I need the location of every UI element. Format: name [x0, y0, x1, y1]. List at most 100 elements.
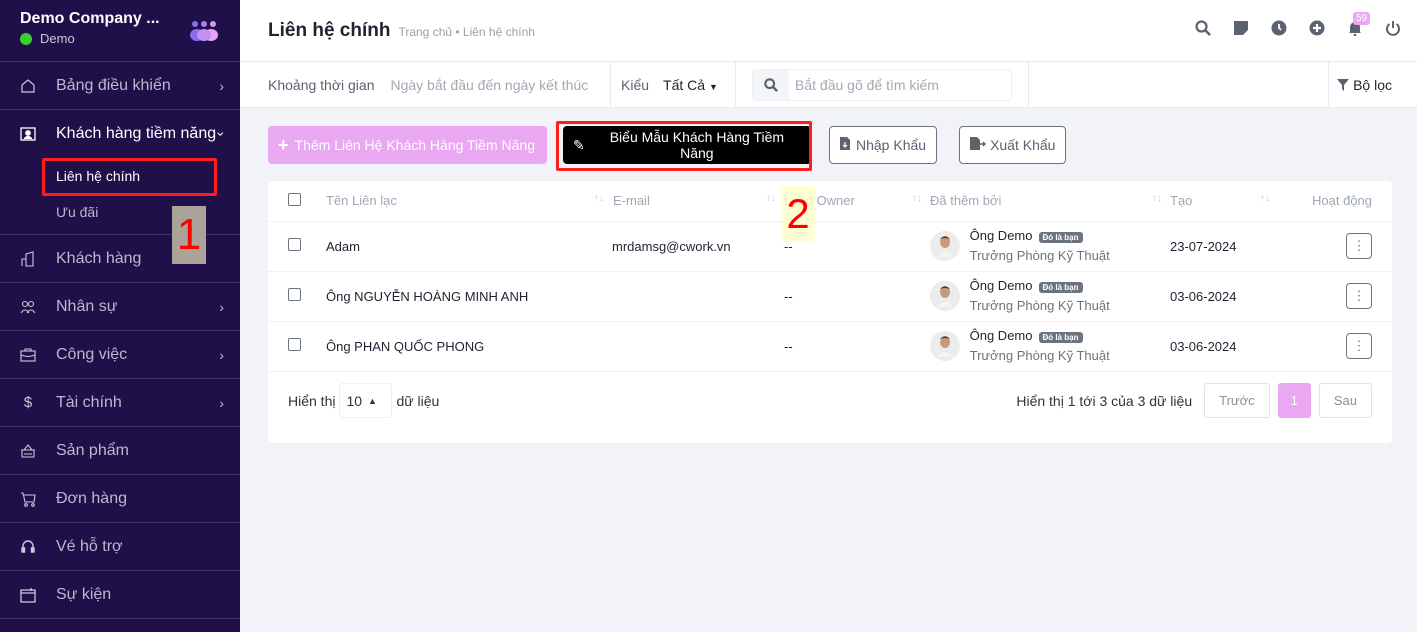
- sort-icon[interactable]: ↑↓: [766, 193, 776, 204]
- basket-icon: [20, 443, 36, 459]
- page-title: Liên hệ chính: [268, 19, 391, 41]
- records-label: dữ liệu: [396, 392, 440, 409]
- avatar: [930, 281, 960, 311]
- clock-icon[interactable]: [1269, 18, 1289, 38]
- type-label: Kiểu: [621, 76, 650, 93]
- sidebar-item-events[interactable]: Sự kiện: [0, 571, 240, 619]
- sort-icon[interactable]: ↑↓: [1152, 193, 1162, 204]
- sort-arrows-icon: ▲: [368, 395, 377, 406]
- main-content: Liên hệ chính Trang chủ • Liên hệ chính …: [240, 0, 1417, 632]
- column-header-email[interactable]: E-mail ↑↓: [612, 181, 784, 222]
- cart-icon: [20, 491, 36, 507]
- sidebar-item-hr[interactable]: Nhân sự ›: [0, 283, 240, 331]
- chevron-right-icon: ›: [219, 346, 224, 363]
- contact-name[interactable]: Adam: [326, 221, 612, 272]
- created-date: 03-06-2024: [1170, 321, 1278, 372]
- filter-button[interactable]: Bộ lọc: [1337, 77, 1392, 93]
- caret-down-icon: ▼: [708, 81, 718, 92]
- you-badge: Đó là bạn: [1038, 232, 1083, 243]
- select-all-checkbox[interactable]: [288, 192, 301, 206]
- row-actions-menu-button[interactable]: ⋮: [1346, 333, 1372, 359]
- step-marker-2: 2: [781, 186, 815, 242]
- filter-bar: Khoảng thời gian Ngày bắt đầu đến ngày k…: [240, 62, 1417, 108]
- avatar: [930, 231, 960, 261]
- row-checkbox[interactable]: [288, 288, 301, 301]
- row-checkbox[interactable]: [288, 338, 301, 351]
- row-actions-menu-button[interactable]: ⋮: [1346, 233, 1372, 259]
- sidebar-item-products[interactable]: Sản phẩm: [0, 427, 240, 475]
- sidebar-item-label: Sự kiện: [56, 585, 112, 603]
- date-range-input[interactable]: Ngày bắt đầu đến ngày kết thúc: [390, 77, 588, 93]
- prev-page-button[interactable]: Trước: [1204, 383, 1270, 418]
- contact-name[interactable]: Ông NGUYỄN HOÀNG MINH ANH: [326, 271, 612, 322]
- plus-icon: +: [278, 134, 289, 155]
- added-by-role: Trưởng Phòng Kỹ Thuật: [969, 298, 1110, 313]
- row-actions-menu-button[interactable]: ⋮: [1346, 283, 1372, 309]
- sidebar-item-orders[interactable]: Đơn hàng: [0, 475, 240, 523]
- added-by-name: Ông Demo: [969, 328, 1033, 343]
- import-button[interactable]: Nhập Khẩu: [829, 126, 938, 164]
- contact-email: mrdamsg@cwork.vn: [612, 221, 784, 272]
- next-page-button[interactable]: Sau: [1318, 383, 1372, 418]
- chevron-right-icon: ›: [219, 394, 224, 411]
- page-size-select[interactable]: 10 ▲: [339, 383, 393, 418]
- users-icon: [20, 299, 36, 315]
- avatar: [930, 331, 960, 361]
- column-header-created[interactable]: Tạo ↑↓: [1170, 181, 1278, 222]
- sort-icon[interactable]: ↑↓: [912, 193, 922, 204]
- added-by-role: Trưởng Phòng Kỹ Thuật: [969, 348, 1110, 363]
- sticky-note-icon[interactable]: [1231, 18, 1251, 38]
- column-header-name[interactable]: Tên Liên lạc ↑↓: [326, 181, 612, 222]
- pagination-summary: Hiển thị 1 tới 3 của 3 dữ liệu: [1016, 392, 1193, 409]
- row-checkbox[interactable]: [288, 238, 301, 251]
- top-bar: Liên hệ chính Trang chủ • Liên hệ chính …: [240, 0, 1417, 62]
- contact-name[interactable]: Ông PHAN QUỐC PHONG: [326, 321, 612, 372]
- step-marker-1: 1: [172, 206, 206, 264]
- file-import-icon: [840, 137, 850, 153]
- added-by-name: Ông Demo: [969, 278, 1033, 293]
- sidebar-item-label: Sản phẩm: [56, 441, 129, 459]
- you-badge: Đó là bạn: [1038, 282, 1083, 293]
- sidebar-item-finance[interactable]: $ Tài chính ›: [0, 379, 240, 427]
- pencil-icon: ✎: [573, 136, 585, 153]
- contact-email: [612, 321, 784, 372]
- headset-icon: [20, 539, 36, 555]
- export-button[interactable]: Xuất Khẩu: [959, 126, 1067, 164]
- kebab-icon: ⋮: [1352, 238, 1366, 253]
- date-range-label: Khoảng thời gian: [268, 76, 375, 93]
- building-icon: [20, 250, 36, 267]
- brand[interactable]: Demo Company ... Demo: [0, 0, 240, 62]
- kebab-icon: ⋮: [1352, 338, 1366, 353]
- sidebar-item-tickets[interactable]: Vé hỗ trợ: [0, 523, 240, 571]
- sidebar-item-label: Đơn hàng: [56, 489, 127, 507]
- search-box[interactable]: [752, 68, 1012, 101]
- sidebar-item-work[interactable]: Công việc ›: [0, 331, 240, 379]
- team-logo-icon: [190, 20, 218, 47]
- sort-icon[interactable]: ↑↓: [1260, 193, 1270, 204]
- chevron-down-icon: ›: [213, 131, 230, 137]
- search-icon[interactable]: [1193, 18, 1213, 38]
- column-header-added-by[interactable]: Đã thêm bởi ↑↓: [930, 181, 1170, 222]
- table-footer: Hiển thị 10 ▲ dữ liệu Hiển thị 1 tới 3 củ…: [288, 383, 1372, 418]
- search-input[interactable]: [789, 76, 1009, 93]
- lead-owner: --: [784, 271, 930, 322]
- lead-owner: --: [784, 321, 930, 372]
- page-1-button[interactable]: 1: [1277, 383, 1311, 418]
- add-circle-icon[interactable]: [1307, 18, 1327, 38]
- add-lead-contact-button[interactable]: + Thêm Liên Hệ Khách Hàng Tiềm Năng: [268, 126, 547, 164]
- leads-table: Tên Liên lạc ↑↓ E-mail ↑↓ Lead Owner ↑↓ Đã …: [268, 181, 1392, 372]
- breadcrumb[interactable]: Trang chủ • Liên hệ chính: [398, 25, 535, 39]
- type-select[interactable]: Tất Cả ▼: [663, 77, 718, 93]
- lead-form-button[interactable]: ✎ Biểu Mẫu Khách Hàng Tiềm Năng: [563, 126, 811, 164]
- power-icon[interactable]: [1383, 18, 1403, 38]
- table-row: Ông PHAN QUỐC PHONG -- Ông Demo Đó là bạn…: [268, 321, 1392, 372]
- search-icon: [753, 69, 789, 100]
- sidebar-item-dashboard[interactable]: Bảng điều khiển ›: [0, 62, 240, 110]
- sidebar-item-label: Khách hàng: [56, 249, 142, 267]
- kebab-icon: ⋮: [1352, 288, 1366, 303]
- notification-bell-icon[interactable]: 59: [1345, 12, 1371, 38]
- leads-table-card: Tên Liên lạc ↑↓ E-mail ↑↓ Lead Owner ↑↓ Đã …: [268, 181, 1392, 443]
- sort-icon[interactable]: ↑↓: [594, 193, 604, 204]
- sidebar-item-leads[interactable]: Khách hàng tiềm năng ›: [0, 110, 240, 158]
- contact-card-icon: [20, 126, 36, 142]
